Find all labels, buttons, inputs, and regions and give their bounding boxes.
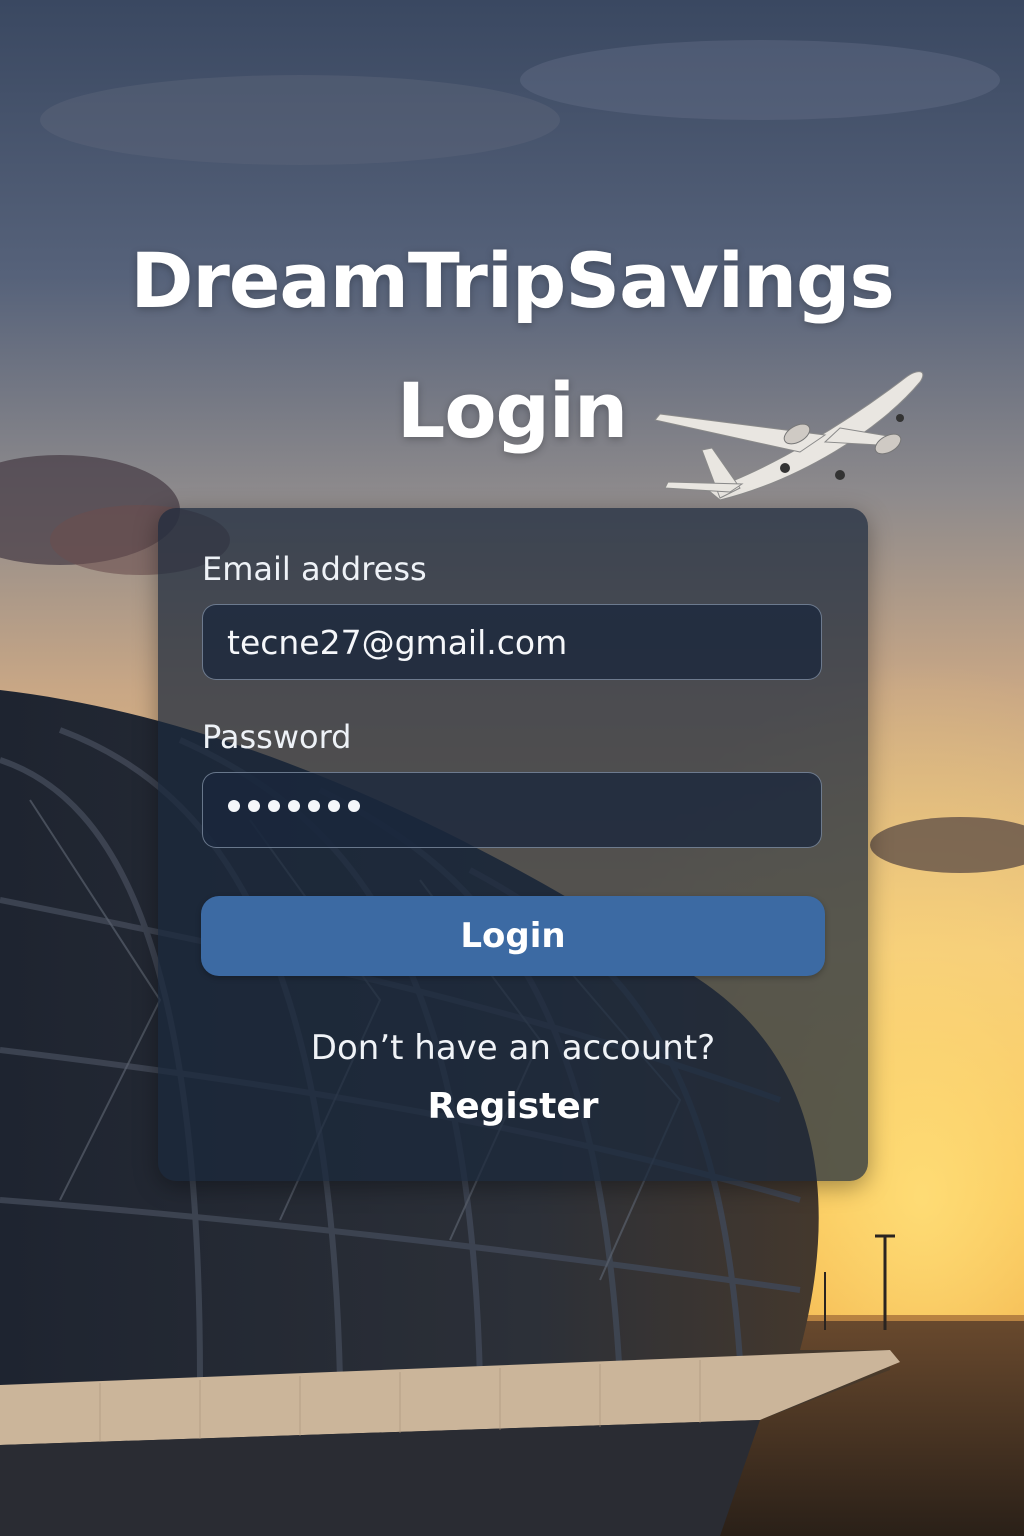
app-title: DreamTripSavings [130,236,894,325]
register-link[interactable]: Register [158,1086,868,1127]
email-label: Email address [202,550,427,588]
login-button[interactable]: Login [201,896,825,976]
airplane-icon [654,371,924,501]
no-account-text: Don’t have an account? [310,1028,716,1068]
login-card: Email address Password Login Don’t have … [158,508,868,1181]
password-label: Password [202,718,352,756]
password-field[interactable] [202,772,822,848]
email-field[interactable] [202,604,822,680]
